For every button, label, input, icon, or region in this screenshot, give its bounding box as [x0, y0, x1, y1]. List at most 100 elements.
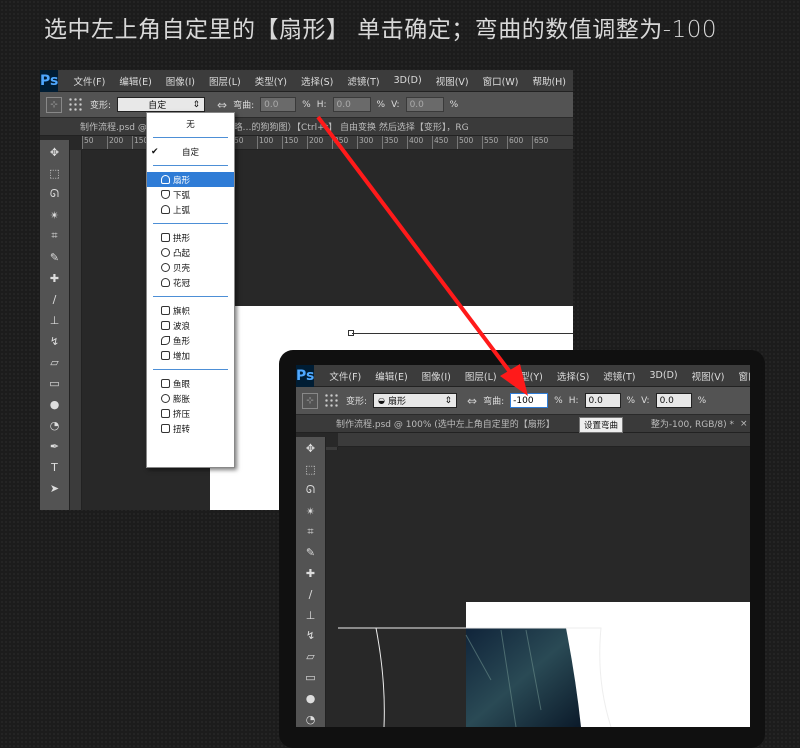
wave-label: 波浪 [173, 321, 191, 332]
lasso-tool-icon[interactable]: ᘏ [46, 186, 64, 202]
shell-icon [161, 263, 170, 272]
h-input[interactable]: 0.0 [584, 393, 621, 408]
dropdown-item-fisheye[interactable]: 鱼眼 [147, 376, 234, 391]
transform-tool-icon[interactable]: ⊹ [302, 392, 318, 409]
ruler-tick: 250 [332, 136, 357, 149]
dropdown-item-wave[interactable]: 波浪 [147, 318, 234, 333]
warp-orientation-icon[interactable]: ⇔ [467, 394, 477, 408]
flag-icon [161, 306, 170, 315]
menu-layer[interactable]: 图层(L) [202, 74, 248, 88]
tab-close-icon[interactable]: × [734, 419, 748, 429]
dropdown-item-rise[interactable]: 增加 [147, 348, 234, 363]
bend-input[interactable]: -100 [510, 393, 549, 408]
type-tool-icon[interactable]: T [46, 459, 64, 475]
ruler-tick: 550 [482, 136, 507, 149]
document-tab[interactable]: 制作流程.psd @ … 素材，扣好图（忽略…的狗狗图）【Ctrl+t】 自由变… [40, 118, 573, 136]
warp-style-select[interactable]: ◒ 扇形 ⇕ [373, 393, 458, 408]
move-tool-icon[interactable]: ✥ [46, 144, 64, 160]
ruler-tick: 500 [457, 136, 482, 149]
dodge-tool-icon[interactable]: ◔ [46, 417, 64, 433]
dropdown-item-shell[interactable]: 贝壳 [147, 260, 234, 275]
warp-style-select[interactable]: 自定 ⇕ [117, 97, 206, 112]
gradient-tool-icon[interactable]: ▭ [46, 375, 64, 391]
healing-tool-icon[interactable]: ✚ [46, 270, 64, 286]
eraser-tool-icon[interactable]: ▱ [302, 649, 320, 665]
menu-layer[interactable]: 图层(L) [458, 369, 504, 383]
menu-type[interactable]: 类型(Y) [248, 74, 294, 88]
magic-wand-tool-icon[interactable]: ✴ [46, 207, 64, 223]
select-arrow-icon: ⇕ [192, 99, 201, 110]
h-input[interactable]: 0.0 [332, 97, 371, 112]
dodge-tool-icon[interactable]: ◔ [302, 711, 320, 727]
dropdown-item-inflate[interactable]: 膨胀 [147, 391, 234, 406]
move-tool-icon[interactable]: ✥ [302, 441, 320, 457]
warp-orientation-icon[interactable]: ⇔ [217, 98, 227, 112]
menu-image[interactable]: 图像(I) [159, 74, 202, 88]
dropdown-item-arc-lower[interactable]: 下弧 [147, 187, 234, 202]
stamp-tool-icon[interactable]: ⊥ [302, 607, 320, 623]
dropdown-item-flag[interactable]: 旗帜 [147, 303, 234, 318]
document-tab[interactable]: 制作流程.psd @ 100% (选中左上角自定里的【扇形】 整为-100, R… [296, 415, 750, 433]
menu-help[interactable]: 帮助(H) [525, 74, 573, 88]
v-input[interactable]: 0.0 [655, 393, 692, 408]
checkmark-icon: ✔ [151, 146, 159, 157]
marquee-tool-icon[interactable]: ⬚ [302, 462, 320, 478]
dropdown-item-arch[interactable]: 拱形 [147, 230, 234, 245]
dropdown-item-flower[interactable]: 花冠 [147, 275, 234, 290]
blur-tool-icon[interactable]: ● [46, 396, 64, 412]
gradient-tool-icon[interactable]: ▭ [302, 670, 320, 686]
menu-3d[interactable]: 3D(D) [643, 370, 685, 381]
reference-point-grid-icon[interactable] [324, 392, 340, 409]
brush-tool-icon[interactable]: ∕ [302, 586, 320, 602]
lasso-tool-icon[interactable]: ᘏ [302, 483, 320, 499]
transform-tool-icon[interactable]: ⊹ [46, 96, 62, 113]
path-select-tool-icon[interactable]: ➤ [46, 480, 64, 496]
menu-window[interactable]: 窗口(W) [732, 369, 750, 383]
tools-panel: ✥ ⬚ ᘏ ✴ ⌗ ✎ ✚ ∕ ⊥ ↯ ▱ ▭ ● ◔ ✒ T ➤ [40, 140, 70, 510]
menu-type[interactable]: 类型(Y) [504, 369, 550, 383]
stamp-tool-icon[interactable]: ⊥ [46, 312, 64, 328]
bend-input[interactable]: 0.0 [260, 97, 297, 112]
eyedropper-tool-icon[interactable]: ✎ [46, 249, 64, 265]
dropdown-item-twist[interactable]: 扭转 [147, 421, 234, 436]
v-input[interactable]: 0.0 [405, 97, 444, 112]
menu-select[interactable]: 选择(S) [550, 369, 596, 383]
brush-tool-icon[interactable]: ∕ [46, 291, 64, 307]
menu-select[interactable]: 选择(S) [294, 74, 340, 88]
arch-icon [161, 233, 170, 242]
dropdown-item-arc-upper[interactable]: 上弧 [147, 202, 234, 217]
dropdown-item-fish[interactable]: 鱼形 [147, 333, 234, 348]
history-brush-tool-icon[interactable]: ↯ [46, 333, 64, 349]
menu-view[interactable]: 视图(V) [429, 74, 476, 88]
crop-tool-icon[interactable]: ⌗ [302, 524, 320, 540]
dropdown-item-custom[interactable]: ✔ 自定 [147, 144, 234, 159]
marquee-tool-icon[interactable]: ⬚ [46, 165, 64, 181]
dropdown-item-arc[interactable]: 扇形 [147, 172, 234, 187]
menu-view[interactable]: 视图(V) [685, 369, 732, 383]
fish-label: 鱼形 [173, 336, 191, 347]
crop-tool-icon[interactable]: ⌗ [46, 228, 64, 244]
blur-tool-icon[interactable]: ● [302, 690, 320, 706]
healing-tool-icon[interactable]: ✚ [302, 566, 320, 582]
reference-point-grid-icon[interactable] [68, 96, 84, 113]
menu-filter[interactable]: 滤镜(T) [340, 74, 386, 88]
menu-edit[interactable]: 编辑(E) [368, 369, 414, 383]
twist-icon [161, 424, 170, 433]
magic-wand-tool-icon[interactable]: ✴ [302, 503, 320, 519]
menu-image[interactable]: 图像(I) [415, 369, 458, 383]
eraser-tool-icon[interactable]: ▱ [46, 354, 64, 370]
menu-file[interactable]: 文件(F) [322, 369, 368, 383]
dropdown-item-bulge[interactable]: 凸起 [147, 245, 234, 260]
history-brush-tool-icon[interactable]: ↯ [302, 628, 320, 644]
dropdown-item-none[interactable]: 无 [147, 116, 234, 131]
dropdown-item-squeeze[interactable]: 挤压 [147, 406, 234, 421]
menu-file[interactable]: 文件(F) [66, 74, 112, 88]
menu-3d[interactable]: 3D(D) [387, 75, 429, 86]
menu-edit[interactable]: 编辑(E) [112, 74, 158, 88]
second-document-tab[interactable]: 两 [748, 417, 750, 430]
eyedropper-tool-icon[interactable]: ✎ [302, 545, 320, 561]
menu-filter[interactable]: 滤镜(T) [596, 369, 642, 383]
menu-window[interactable]: 窗口(W) [476, 74, 526, 88]
warp-outline-left[interactable] [375, 627, 385, 727]
pen-tool-icon[interactable]: ✒ [46, 438, 64, 454]
